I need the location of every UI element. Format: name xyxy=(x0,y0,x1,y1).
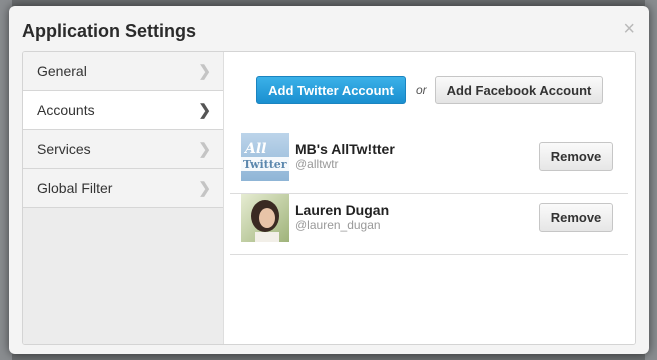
sidebar-item-services[interactable]: Services ❯ xyxy=(23,130,223,169)
remove-account-button[interactable]: Remove xyxy=(539,142,613,171)
accounts-content: Add Twitter Account or Add Facebook Acco… xyxy=(224,52,635,344)
remove-account-button[interactable]: Remove xyxy=(539,203,613,232)
add-twitter-account-button[interactable]: Add Twitter Account xyxy=(256,76,406,104)
sidebar-item-label: Accounts xyxy=(37,102,95,118)
svg-text:All: All xyxy=(243,141,267,157)
sidebar-item-label: General xyxy=(37,63,87,79)
or-separator: or xyxy=(416,83,427,97)
sidebar-item-general[interactable]: General ❯ xyxy=(23,52,223,91)
svg-text:Twitter: Twitter xyxy=(243,158,287,171)
settings-dialog: Application Settings × General ❯ Account… xyxy=(9,6,649,354)
chevron-right-icon: ❯ xyxy=(198,102,211,119)
alltwitter-logo-icon: All Twitter xyxy=(241,133,289,181)
avatar: All Twitter xyxy=(241,133,289,181)
account-name: Lauren Dugan xyxy=(295,202,390,218)
account-name: MB's AllTw!tter xyxy=(295,141,395,157)
avatar xyxy=(241,194,289,242)
account-handle: @alltwtr xyxy=(295,157,339,171)
chevron-right-icon: ❯ xyxy=(198,180,211,197)
chevron-right-icon: ❯ xyxy=(198,141,211,158)
settings-sidebar: General ❯ Accounts ❯ Services ❯ Global F… xyxy=(23,52,224,344)
sidebar-item-global-filter[interactable]: Global Filter ❯ xyxy=(23,169,223,208)
account-row: All Twitter MB's AllTw!tter @alltwtr Rem… xyxy=(230,133,628,194)
settings-panel: General ❯ Accounts ❯ Services ❯ Global F… xyxy=(22,51,636,345)
add-facebook-account-button[interactable]: Add Facebook Account xyxy=(435,76,603,104)
sidebar-item-label: Services xyxy=(37,141,91,157)
sidebar-item-label: Global Filter xyxy=(37,180,113,196)
close-icon[interactable]: × xyxy=(623,19,635,39)
sidebar-item-accounts[interactable]: Accounts ❯ xyxy=(23,91,223,130)
chevron-right-icon: ❯ xyxy=(198,63,211,80)
dialog-title: Application Settings xyxy=(22,21,197,41)
account-handle: @lauren_dugan xyxy=(295,218,381,232)
profile-photo-icon xyxy=(241,194,289,242)
account-row: Lauren Dugan @lauren_dugan Remove xyxy=(230,194,628,255)
